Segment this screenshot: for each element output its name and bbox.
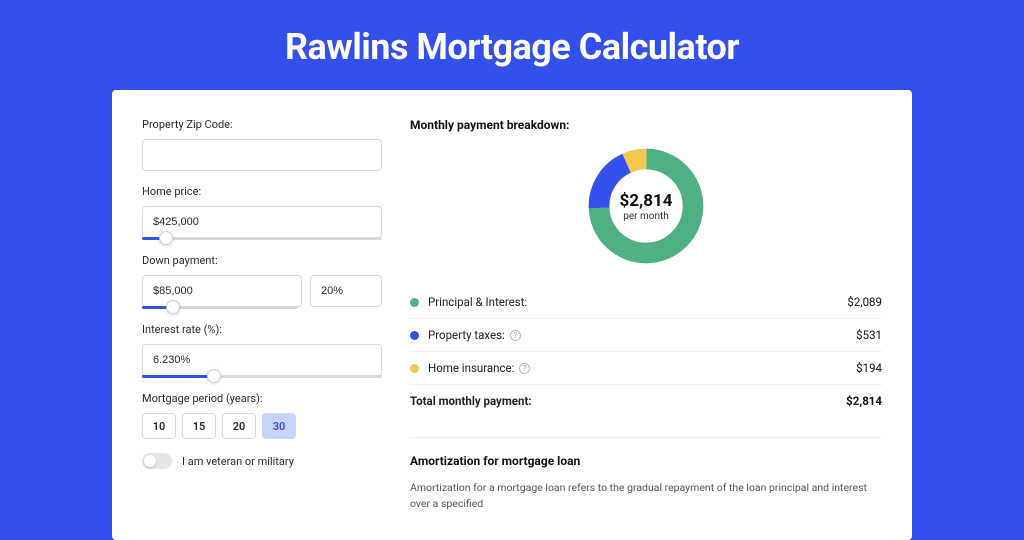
zip-field: Property Zip Code: bbox=[142, 118, 382, 171]
veteran-label: I am veteran or military bbox=[182, 455, 294, 468]
legend-label: Home insurance:? bbox=[428, 361, 856, 375]
calculator-card: Property Zip Code: Home price: Down paym… bbox=[112, 90, 912, 540]
interest-label: Interest rate (%): bbox=[142, 323, 382, 336]
home-price-input[interactable] bbox=[142, 206, 382, 238]
legend-value: $531 bbox=[856, 328, 882, 342]
period-field: Mortgage period (years): 10152030 bbox=[142, 392, 382, 439]
donut-amount: $2,814 bbox=[620, 191, 673, 211]
help-icon[interactable]: ? bbox=[510, 330, 521, 341]
period-button-10[interactable]: 10 bbox=[142, 413, 176, 439]
donut-chart: $2,814 per month bbox=[584, 144, 708, 268]
amortization-block: Amortization for mortgage loan Amortizat… bbox=[410, 437, 882, 512]
down-payment-slider[interactable] bbox=[142, 306, 298, 309]
down-payment-slider-thumb[interactable] bbox=[166, 300, 180, 314]
total-row: Total monthly payment: $2,814 bbox=[410, 385, 882, 417]
donut-chart-wrap: $2,814 per month bbox=[410, 144, 882, 268]
down-payment-label: Down payment: bbox=[142, 254, 382, 267]
total-value: $2,814 bbox=[846, 394, 882, 408]
veteran-toggle-knob bbox=[144, 455, 156, 467]
legend-label: Property taxes:? bbox=[428, 328, 856, 342]
legend-row: Property taxes:?$531 bbox=[410, 319, 882, 352]
period-button-20[interactable]: 20 bbox=[222, 413, 256, 439]
page-title: Rawlins Mortgage Calculator bbox=[112, 0, 912, 90]
legend-row: Home insurance:?$194 bbox=[410, 352, 882, 385]
period-options: 10152030 bbox=[142, 413, 382, 439]
down-payment-field: Down payment: bbox=[142, 254, 382, 309]
legend-value: $194 bbox=[856, 361, 882, 375]
interest-slider-thumb[interactable] bbox=[207, 369, 221, 383]
help-icon[interactable]: ? bbox=[519, 363, 530, 374]
donut-sub: per month bbox=[623, 211, 669, 222]
veteran-toggle[interactable] bbox=[142, 453, 172, 469]
inputs-panel: Property Zip Code: Home price: Down paym… bbox=[142, 118, 382, 512]
legend-dot bbox=[410, 331, 419, 340]
legend-dot bbox=[410, 364, 419, 373]
total-label: Total monthly payment: bbox=[410, 394, 846, 408]
home-price-slider-thumb[interactable] bbox=[159, 231, 173, 245]
amortization-text: Amortization for a mortgage loan refers … bbox=[410, 480, 882, 512]
legend-list: Principal & Interest:$2,089Property taxe… bbox=[410, 286, 882, 385]
donut-center: $2,814 per month bbox=[584, 144, 708, 268]
interest-slider[interactable] bbox=[142, 375, 382, 378]
period-button-30[interactable]: 30 bbox=[262, 413, 296, 439]
down-payment-input[interactable] bbox=[142, 275, 302, 307]
veteran-row: I am veteran or military bbox=[142, 453, 382, 469]
home-price-label: Home price: bbox=[142, 185, 382, 198]
interest-field: Interest rate (%): bbox=[142, 323, 382, 378]
period-button-15[interactable]: 15 bbox=[182, 413, 216, 439]
down-payment-pct-input[interactable] bbox=[310, 275, 382, 307]
period-label: Mortgage period (years): bbox=[142, 392, 382, 405]
legend-value: $2,089 bbox=[847, 295, 882, 309]
legend-label: Principal & Interest: bbox=[428, 295, 847, 309]
interest-input[interactable] bbox=[142, 344, 382, 376]
interest-slider-fill bbox=[142, 375, 214, 378]
home-price-slider[interactable] bbox=[142, 237, 382, 240]
zip-input[interactable] bbox=[142, 139, 382, 171]
results-panel: Monthly payment breakdown: $2,814 per mo… bbox=[410, 118, 882, 512]
zip-label: Property Zip Code: bbox=[142, 118, 382, 131]
legend-row: Principal & Interest:$2,089 bbox=[410, 286, 882, 319]
amortization-title: Amortization for mortgage loan bbox=[410, 454, 882, 468]
legend-dot bbox=[410, 298, 419, 307]
home-price-field: Home price: bbox=[142, 185, 382, 240]
breakdown-title: Monthly payment breakdown: bbox=[410, 118, 882, 132]
